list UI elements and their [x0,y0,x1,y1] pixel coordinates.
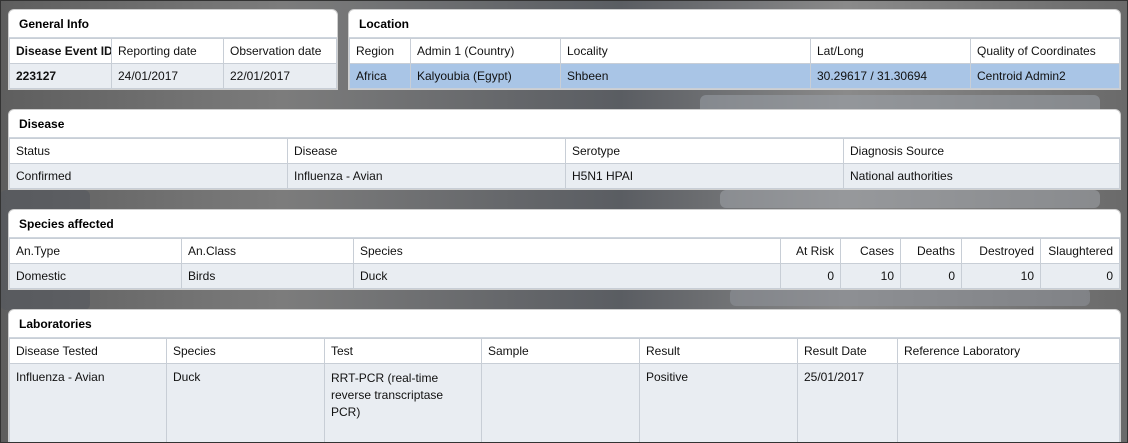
table-header-row: Region Admin 1 (Country) Locality Lat/Lo… [349,38,1120,64]
table-header-row: Disease Tested Species Test Sample Resul… [9,338,1120,364]
disease-panel: Disease Status Disease Serotype Diagnosi… [8,109,1121,190]
cases-cell: 10 [840,263,901,289]
admin1-cell: Kalyoubia (Egypt) [410,63,561,89]
column-header: Destroyed [961,238,1041,264]
column-header: Status [9,138,288,164]
column-header: Region [349,38,411,64]
species-table: An.Type An.Class Species At Risk Cases D… [9,238,1120,289]
animal-type-cell: Domestic [9,263,182,289]
table-header-row: Disease Event ID Reporting date Observat… [9,38,337,64]
at-risk-cell: 0 [780,263,841,289]
destroyed-cell: 10 [961,263,1041,289]
column-header: Lat/Long [810,38,971,64]
status-cell: Confirmed [9,163,288,189]
region-cell: Africa [349,63,411,89]
serotype-cell: H5N1 HPAI [565,163,844,189]
column-header: An.Type [9,238,182,264]
column-header: Result [639,338,798,364]
column-header: At Risk [780,238,841,264]
column-header: Species [353,238,781,264]
species-cell: Duck [353,263,781,289]
test-cell: RRT-PCR (real-time reverse transcriptase… [324,363,482,442]
quality-cell: Centroid Admin2 [970,63,1120,89]
general-info-panel: General Info Disease Event ID Reporting … [8,9,338,90]
general-info-table: Disease Event ID Reporting date Observat… [9,38,337,89]
table-row[interactable]: Confirmed Influenza - Avian H5N1 HPAI Na… [9,163,1120,189]
disease-tested-cell: Influenza - Avian [9,363,167,442]
reference-laboratory-cell [897,363,1120,442]
column-header: Slaughtered [1040,238,1120,264]
column-header: Observation date [223,38,337,64]
column-header: Reference Laboratory [897,338,1120,364]
laboratories-panel: Laboratories Disease Tested Species Test… [8,309,1121,443]
lat-long-cell: 30.29617 / 31.30694 [810,63,971,89]
column-header: Sample [481,338,640,364]
species-cell: Duck [166,363,325,442]
table-header-row: Status Disease Serotype Diagnosis Source [9,138,1120,164]
column-header: Test [324,338,482,364]
disease-event-id: 223127 [9,63,112,89]
disease-cell: Influenza - Avian [287,163,566,189]
locality-cell: Shbeen [560,63,811,89]
table-row[interactable]: 223127 24/01/2017 22/01/2017 [9,63,337,89]
species-affected-panel: Species affected An.Type An.Class Specie… [8,209,1121,290]
location-panel: Location Region Admin 1 (Country) Locali… [348,9,1121,90]
column-header: Disease Tested [9,338,167,364]
result-cell: Positive [639,363,798,442]
table-row[interactable]: Domestic Birds Duck 0 10 0 10 0 [9,263,1120,289]
column-header: Reporting date [111,38,224,64]
panel-title: Location [349,10,1120,38]
deaths-cell: 0 [900,263,962,289]
laboratories-table: Disease Tested Species Test Sample Resul… [9,338,1120,442]
column-header: Disease [287,138,566,164]
column-header: An.Class [181,238,354,264]
column-header: Serotype [565,138,844,164]
reporting-date: 24/01/2017 [111,63,224,89]
column-header: Cases [840,238,901,264]
table-row-selected[interactable]: Africa Kalyoubia (Egypt) Shbeen 30.29617… [349,63,1120,89]
table-header-row: An.Type An.Class Species At Risk Cases D… [9,238,1120,264]
column-header: Diagnosis Source [843,138,1120,164]
panel-title: Laboratories [9,310,1120,338]
panel-title: Species affected [9,210,1120,238]
location-table: Region Admin 1 (Country) Locality Lat/Lo… [349,38,1120,89]
disease-table: Status Disease Serotype Diagnosis Source… [9,138,1120,189]
slaughtered-cell: 0 [1040,263,1120,289]
column-header: Admin 1 (Country) [410,38,561,64]
panel-title: General Info [9,10,337,38]
panel-title: Disease [9,110,1120,138]
column-header: Locality [560,38,811,64]
result-date-cell: 25/01/2017 [797,363,898,442]
observation-date: 22/01/2017 [223,63,337,89]
sample-cell [481,363,640,442]
column-header: Species [166,338,325,364]
column-header: Disease Event ID [9,38,112,64]
table-row[interactable]: Influenza - Avian Duck RRT-PCR (real-tim… [9,363,1120,442]
column-header: Deaths [900,238,962,264]
diagnosis-source-cell: National authorities [843,163,1120,189]
column-header: Result Date [797,338,898,364]
column-header: Quality of Coordinates [970,38,1120,64]
animal-class-cell: Birds [181,263,354,289]
